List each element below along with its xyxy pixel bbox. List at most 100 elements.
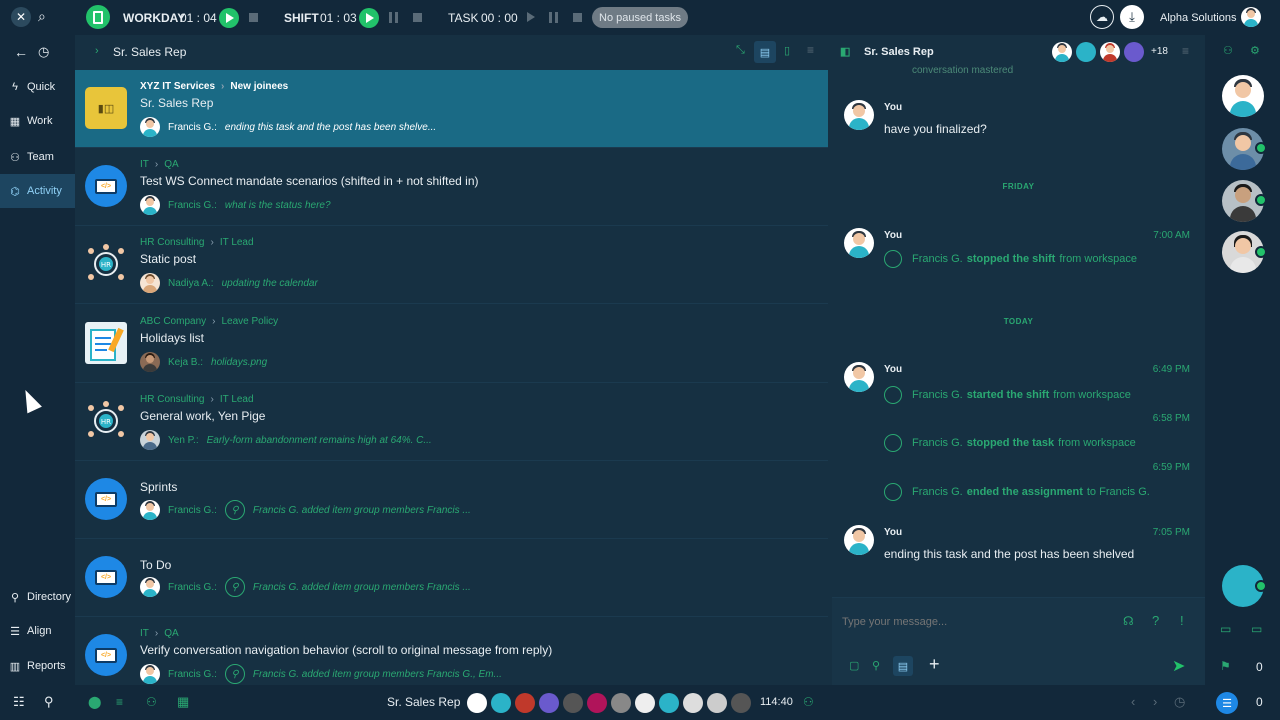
user-settings-icon[interactable]: ⚲ [44,694,54,710]
cloud-upload-icon[interactable]: ☁ [1090,5,1114,29]
list-item[interactable]: HR HR Consulting › IT Lead General work, Y… [75,383,828,461]
door-icon[interactable] [86,5,110,29]
message-input[interactable] [842,612,1112,632]
nav-item-align[interactable]: ☰ Align [0,614,75,648]
member-avatar[interactable] [635,693,655,713]
chat-bubble-icon[interactable]: ☰ [1216,692,1238,714]
history-icon[interactable]: ◷ [38,44,49,60]
chat-view-icon[interactable]: ▤ [754,41,776,63]
list-item[interactable]: ▮◫ XYZ IT Services › New joinees Sr. Sales… [75,70,828,148]
menu-icon[interactable]: ≡ [807,43,814,57]
add-user-icon[interactable]: ⚲ [872,659,880,672]
message-author: You [884,230,903,241]
shift-play-icon[interactable] [359,8,379,28]
list-item[interactable]: </> IT › QA Verify conversation navigation… [75,617,828,685]
preview-text: Francis G. added item group members Fran… [252,581,471,593]
member-avatar[interactable] [731,693,751,713]
crumb-group: IT Lead [219,394,254,405]
download-icon[interactable]: ⤓ [1120,5,1144,29]
layout-icon[interactable]: ▢ [849,659,859,672]
task-stop-icon[interactable] [573,13,582,22]
chevron-right-icon: › [154,159,159,170]
app-logo-icon[interactable]: ✕ [11,7,31,27]
message-author: You [884,364,903,375]
list-item[interactable]: </> To Do Francis G.: ⚲ Francis G. added i… [75,539,828,617]
org-name[interactable]: Alpha Solutions [1160,0,1236,35]
member-avatar[interactable] [515,693,535,713]
user-avatar[interactable] [1241,7,1261,27]
avatar [140,577,160,597]
nav-item-activity[interactable]: ⌬ Activity [0,174,75,208]
list-item[interactable]: </> Sprints Francis G.: ⚲ Francis G. added… [75,461,828,539]
member-avatar[interactable] [1222,75,1264,117]
member-avatar[interactable] [683,693,703,713]
doc-view-icon[interactable]: ▯ [784,44,790,57]
settings-sliders-icon[interactable]: ☷ [13,694,25,710]
flag-icon[interactable]: ⚑ [1220,659,1231,673]
member-avatar[interactable] [707,693,727,713]
tag-icon[interactable]: ⬤ [88,695,101,709]
people-icon[interactable]: ⚇ [803,695,814,709]
list-item[interactable]: HR HR Consulting › IT Lead Static post Nad… [75,226,828,304]
task-play-icon[interactable] [527,12,535,22]
people-settings-icon[interactable]: ⚙ [1250,44,1260,57]
event-tail: from workspace [1058,437,1136,449]
people-icon[interactable]: ⚇ [1223,44,1233,57]
paused-tasks-pill[interactable]: No paused tasks [592,7,688,28]
menu-icon[interactable]: ≡ [1182,44,1189,58]
team-icon[interactable]: ⚇ [146,695,157,709]
nav-item-team[interactable]: ⚇ Team [0,140,75,174]
plus-icon[interactable]: + [929,654,940,675]
member-avatar[interactable] [1100,42,1120,62]
list-item[interactable]: ABC Company › Leave Policy Holidays list K… [75,305,828,383]
filter-icon[interactable]: ≡ [116,695,123,709]
nav-item-quick[interactable]: ϟ Quick [0,70,75,104]
member-avatar[interactable] [491,693,511,713]
question-icon[interactable]: ? [1152,613,1159,628]
member-avatar[interactable] [1076,42,1096,62]
member-avatar[interactable] [611,693,631,713]
member-avatar[interactable] [563,693,583,713]
history-icon[interactable]: ◷ [1174,694,1185,710]
workday-stop-icon[interactable] [249,13,258,22]
preview-text: what is the status here? [224,199,331,211]
member-avatar[interactable] [1052,42,1072,62]
crumb-org: ABC Company [140,316,207,327]
search-icon[interactable]: ⌕ [38,8,46,25]
folder-icon[interactable]: ▭ [1251,622,1262,636]
back-arrow-icon[interactable]: ← [14,44,28,60]
composer-toolbar: ▢ ⚲ ▤ + ➤ [832,649,1205,685]
top-fragment: conversation mastered [884,65,1013,76]
member-avatar[interactable] [1124,42,1144,62]
screen-icon[interactable]: ▭ [1220,622,1231,636]
nav-item-work[interactable]: ▦ Work [0,104,75,138]
collapse-icon[interactable]: ⤡ [736,44,745,57]
member-avatar[interactable] [587,693,607,713]
preview-author: Francis G.: [168,199,217,211]
member-avatar[interactable] [467,693,487,713]
chevron-left-icon[interactable]: ‹ [1131,694,1135,709]
event-user: Francis G. [912,437,963,449]
nav-item-reports[interactable]: ▥ Reports [0,649,75,683]
workday-play-icon[interactable] [219,8,239,28]
list-item-preview: Francis G.: ⚲ Francis G. added item group … [140,664,502,684]
member-avatar[interactable] [539,693,559,713]
grid-icon[interactable]: ▦ [177,694,189,710]
member-avatar[interactable] [659,693,679,713]
message-author: You [884,102,903,113]
task-pause-icon[interactable] [549,12,558,23]
message-type-icon[interactable]: ▤ [893,656,913,676]
list-item[interactable]: </> IT › QA Test WS Connect mandate scenar… [75,148,828,226]
assignment-event-icon [884,483,902,501]
nav-item-directory[interactable]: ⚲ Directory [0,580,75,614]
announcement-icon[interactable]: ☊ [1123,614,1134,628]
member-count[interactable]: +18 [1151,46,1168,57]
chevron-right-icon[interactable]: › [95,45,99,57]
send-icon[interactable]: ➤ [1172,656,1185,676]
shift-pause-icon[interactable] [389,12,398,23]
alert-icon[interactable]: ! [1180,613,1184,628]
fragment-text: conversation mastered [912,65,1014,76]
shift-stop-icon[interactable] [413,13,422,22]
chevron-right-icon[interactable]: › [1153,694,1157,709]
panel-toggle-icon[interactable]: ◧ [840,45,850,58]
